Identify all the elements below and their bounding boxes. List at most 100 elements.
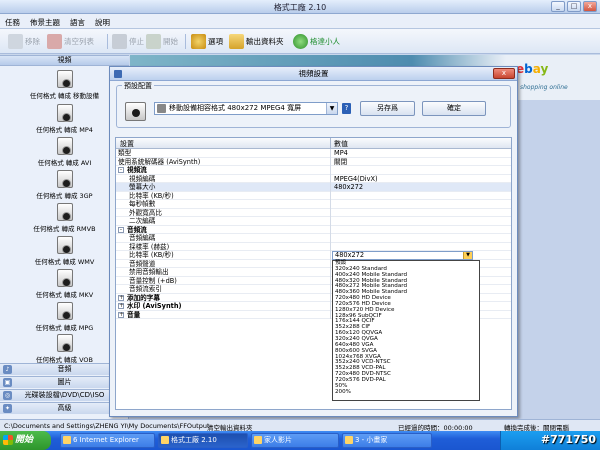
grid-key: 音量控制 (+dB) [129, 276, 177, 285]
grid-row[interactable]: 使用系統解碼器 (AviSynth) 關閉 [116, 157, 511, 166]
dialog-title-bar: 視頻設置 x [110, 67, 517, 81]
remove-button[interactable]: 移除 [8, 33, 40, 50]
image-icon: ▣ [3, 378, 12, 387]
clear-label: 清空列表 [64, 37, 94, 46]
clear-icon [47, 34, 62, 49]
device-icon [157, 104, 166, 113]
menu-language[interactable]: 語言 [65, 14, 90, 28]
grid-row[interactable]: 外觀寬高比 [116, 208, 511, 217]
options-label: 選項 [208, 37, 223, 46]
system-tray: #771750 [500, 431, 600, 450]
play-icon [146, 34, 161, 49]
output-folder-button[interactable]: 輸出資料夾 [229, 33, 284, 50]
options-button[interactable]: 選項 [191, 33, 223, 50]
save-as-button[interactable]: 另存爲 [360, 101, 415, 116]
collapse-icon[interactable]: - [118, 226, 124, 233]
output-path: C:\Documents and Settings\ZHENG YI\My Do… [4, 422, 210, 430]
ok-button[interactable]: 確定 [422, 101, 486, 116]
grid-row[interactable]: 每秒幀數 [116, 200, 511, 209]
video-file-icon [56, 170, 73, 188]
helper-button[interactable]: 格達小人 [293, 33, 340, 50]
taskbar: 開始 6 Internet Explorer 格式工廠 2.10 家人影片 3 … [0, 431, 600, 450]
gear-icon [191, 34, 206, 49]
task-paint[interactable]: 3 - 小畫家 [342, 433, 432, 448]
remove-label: 移除 [25, 37, 40, 46]
stop-button[interactable]: 停止 [112, 33, 144, 50]
chevron-down-icon: ▼ [463, 252, 472, 259]
grid-row[interactable]: 採樣率 (赫茲) [116, 242, 511, 251]
grid-row[interactable]: 視頻編碼 MPEG4(DivX) [116, 174, 511, 183]
preset-group: 預設配置 移動設備相容格式 480x272 MPEG4 寬屏 ▼ ? 另存爲 確… [116, 81, 511, 128]
task-family-videos[interactable]: 家人影片 [251, 433, 339, 448]
property-grid: 設置 數值 類型 MP4 使用系統解碼器 (AviSynth) 關閉 - 視頻流 視頻編碼 M… [115, 137, 512, 410]
grid-key: 禁用音頻輸出 [129, 268, 169, 276]
menu-theme[interactable]: 佈景主題 [25, 14, 65, 28]
grid-key: 視頻編碼 [129, 174, 156, 183]
task-format-factory[interactable]: 格式工廠 2.10 [158, 433, 248, 448]
task-ie[interactable]: 6 Internet Explorer [60, 433, 155, 448]
expand-icon[interactable]: + [118, 294, 124, 301]
clear-list-button[interactable]: 清空列表 [47, 33, 94, 50]
minimize-button[interactable]: _ [551, 1, 565, 12]
preset-select[interactable]: 移動設備相容格式 480x272 MPEG4 寬屏 ▼ [154, 102, 338, 115]
video-file-icon [56, 70, 73, 88]
video-settings-dialog: 視頻設置 x 預設配置 移動設備相容格式 480x272 MPEG4 寬屏 ▼ … [109, 66, 518, 417]
app-icon [114, 70, 122, 78]
dialog-close-button[interactable]: x [493, 68, 515, 79]
output-label: 輸出資料夾 [246, 37, 284, 46]
grid-category-row[interactable]: - 視頻流 [116, 166, 511, 175]
grid-row[interactable]: 比特率 (KB/秒) [116, 191, 511, 200]
collapse-icon[interactable]: - [118, 167, 124, 173]
grid-key: 比特率 (KB/秒) [129, 191, 174, 200]
watermark: #771750 [540, 433, 596, 446]
dropdown-option[interactable]: 200% [333, 389, 479, 396]
ebay-logo: ebay [516, 62, 549, 76]
grid-key: 添加的字幕 [127, 293, 160, 302]
grid-key: 音頻聲道 [129, 259, 156, 268]
screen-size-combo[interactable]: 480x272 ▼ [332, 251, 473, 260]
banner-subtitle: shopping online [520, 84, 568, 91]
grid-key: 音頻編碼 [129, 234, 156, 242]
start-button[interactable]: 開始 [0, 431, 51, 450]
video-file-icon [56, 236, 73, 254]
video-file-icon [56, 203, 73, 221]
helper-icon [293, 34, 308, 49]
screen-size-dropdown[interactable]: 預設 320x240 Standard 400x240 Mobile Standar… [332, 260, 480, 401]
toolbar: 移除 清空列表 停止 開始 選項 輸出資料夾 格達小人 [0, 29, 600, 54]
grid-row[interactable]: 螢幕大小 480x272 [116, 183, 511, 192]
grid-row[interactable]: 音頻編碼 [116, 234, 511, 243]
menu-help[interactable]: 說明 [90, 14, 115, 28]
grid-key: 音頻流索引 [129, 285, 162, 293]
dialog-title: 視頻設置 [298, 69, 329, 78]
grid-key: 外觀寬高比 [129, 208, 162, 217]
grid-row[interactable]: 類型 MP4 [116, 149, 511, 158]
grid-key: 二次編碼 [129, 217, 156, 225]
video-file-icon [56, 137, 73, 155]
close-button[interactable]: x [583, 1, 597, 12]
title-bar: 格式工廠 2.10 _ □ x [0, 0, 600, 14]
video-file-icon [56, 104, 73, 122]
expand-icon[interactable]: + [118, 311, 124, 318]
grid-key: 比特率 (KB/秒) [129, 251, 174, 259]
helper-label: 格達小人 [310, 37, 340, 46]
stop-label: 停止 [129, 37, 144, 46]
start-label: 開始 [163, 37, 178, 46]
grid-category-row[interactable]: - 音頻流 [116, 225, 511, 234]
folder-icon [254, 436, 262, 444]
maximize-button[interactable]: □ [567, 1, 581, 12]
grid-header: 設置 數值 [116, 138, 511, 149]
sidebar-video-header[interactable]: 視頻 [0, 55, 129, 66]
folder-icon [229, 34, 244, 49]
grid-key: 音量 [127, 310, 141, 319]
status-bar: C:\Documents and Settings\ZHENG YI\My Do… [0, 419, 600, 432]
app-icon [161, 436, 169, 444]
expand-icon[interactable]: + [118, 303, 124, 309]
video-file-icon [56, 302, 73, 320]
grid-key: 視頻流 [127, 166, 147, 174]
menu-task[interactable]: 任務 [0, 14, 25, 28]
start-button[interactable]: 開始 [146, 33, 178, 50]
menu-bar: 任務 佈景主題 語言 說明 [0, 14, 600, 29]
grid-row[interactable]: 二次編碼 [116, 217, 511, 226]
music-icon: ♪ [3, 365, 12, 374]
help-button[interactable]: ? [342, 103, 351, 114]
